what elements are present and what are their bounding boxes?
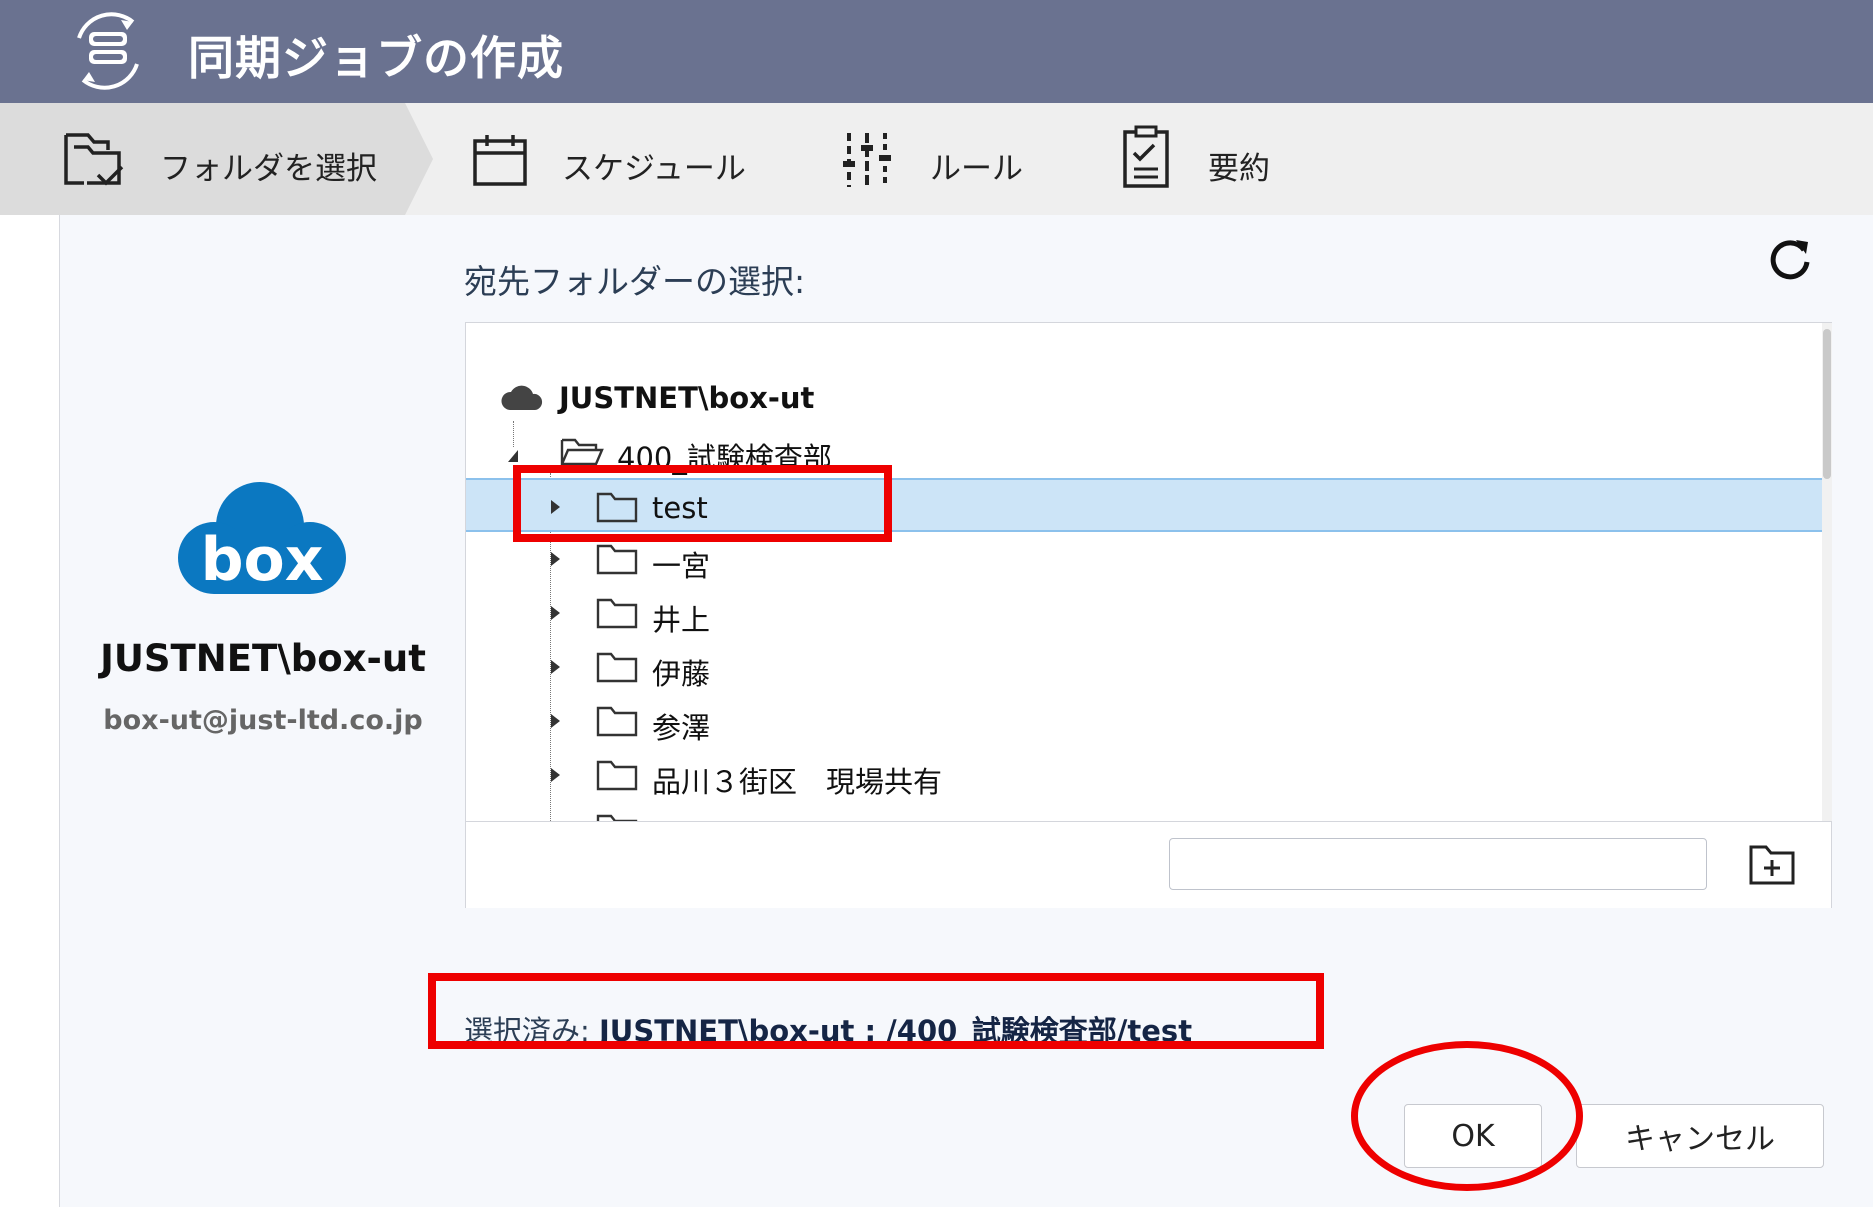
expand-arrow-icon[interactable] xyxy=(548,657,562,677)
clipboard-check-icon xyxy=(1123,125,1169,188)
tree-footer xyxy=(466,821,1831,908)
collapse-arrow-icon[interactable] xyxy=(506,446,520,466)
tree-scrollbar-thumb[interactable] xyxy=(1823,329,1831,479)
tree-label-child: 一宮 xyxy=(652,549,711,583)
tree-label-child: 品川３街区 現場共有 xyxy=(652,765,943,799)
window-title: 同期ジョブの作成 xyxy=(188,31,564,85)
step-summary[interactable]: 要約 xyxy=(1120,103,1320,215)
sync-storage-icon xyxy=(77,12,139,90)
folder-icon xyxy=(596,814,638,821)
selected-path-label: 選択済み: xyxy=(464,1014,599,1048)
selected-path-value: JUSTNET\box-ut : /400_試験検査部/test xyxy=(599,1014,1193,1048)
new-folder-name-input[interactable] xyxy=(1169,838,1707,890)
folder-icon xyxy=(596,706,638,737)
folder-icon xyxy=(596,492,638,523)
destination-folder-title: 宛先フォルダーの選択: xyxy=(464,262,806,301)
tree-label-parent: 400_試験検査部 xyxy=(617,441,832,475)
folder-icon xyxy=(596,652,638,683)
tree-node-root[interactable]: JUSTNET\box-ut xyxy=(466,370,1822,424)
folder-tree-panel: JUSTNET\box-ut 400_試験検査部 test 一宮 井上 伊藤 参… xyxy=(465,322,1832,908)
selected-path: 選択済み: JUSTNET\box-ut : /400_試験検査部/test xyxy=(464,1008,1192,1050)
wizard-steps: フォルダを選択 スケジュール ルール 要約 xyxy=(0,103,1873,215)
new-folder-icon[interactable] xyxy=(1748,842,1796,886)
step-label-folder-select: フォルダを選択 xyxy=(160,151,377,187)
folder-tree[interactable]: JUSTNET\box-ut 400_試験検査部 test 一宮 井上 伊藤 参… xyxy=(466,323,1822,821)
box-logo-text: box xyxy=(201,525,324,595)
open-folder-icon xyxy=(560,438,604,466)
cloud-icon xyxy=(501,385,543,410)
refresh-icon[interactable] xyxy=(1766,236,1814,284)
tree-node-child[interactable]: 井上 xyxy=(466,586,1822,640)
folder-select-icon xyxy=(64,133,124,186)
expand-arrow-icon[interactable] xyxy=(548,549,562,569)
tree-label-root: JUSTNET\box-ut xyxy=(559,381,815,415)
folder-icon xyxy=(596,760,638,791)
tree-label-child: 参澤 xyxy=(652,711,711,745)
ok-button[interactable]: OK xyxy=(1404,1104,1542,1168)
folder-icon xyxy=(596,544,638,575)
cancel-button[interactable]: キャンセル xyxy=(1576,1104,1824,1168)
expand-arrow-icon[interactable] xyxy=(548,765,562,785)
tree-label-child: test xyxy=(652,491,708,525)
expand-arrow-icon[interactable] xyxy=(548,603,562,623)
expand-arrow-icon[interactable] xyxy=(548,711,562,731)
tree-node-child[interactable]: test xyxy=(466,478,1822,532)
step-label-schedule: スケジュール xyxy=(562,151,746,187)
box-logo: box xyxy=(178,482,346,595)
tree-node-child[interactable]: 参澤 xyxy=(466,694,1822,748)
account-name: JUSTNET\box-ut xyxy=(100,637,426,680)
step-folder-select[interactable]: フォルダを選択 xyxy=(0,103,420,215)
tree-label-child: 井上 xyxy=(652,603,711,637)
tree-label-child: 伊藤 xyxy=(652,657,711,691)
step-label-summary: 要約 xyxy=(1208,151,1270,187)
tree-node-child[interactable]: 伊藤 xyxy=(466,640,1822,694)
expand-arrow-icon[interactable] xyxy=(548,497,562,517)
tree-label-child: 桜原 xyxy=(652,813,710,821)
step-label-rules: ルール xyxy=(930,151,1023,187)
sliders-icon xyxy=(843,133,891,187)
folder-icon xyxy=(596,598,638,629)
step-rules[interactable]: ルール xyxy=(840,103,1080,215)
account-email: box-ut@just-ltd.co.jp xyxy=(103,705,423,736)
step-schedule[interactable]: スケジュール xyxy=(460,103,780,215)
tree-node-child[interactable]: 一宮 xyxy=(466,532,1822,586)
tree-node-parent[interactable]: 400_試験検査部 xyxy=(466,424,1822,478)
tree-node-child[interactable]: 品川３街区 現場共有 xyxy=(466,748,1822,802)
tree-node-child[interactable]: 桜原 xyxy=(466,802,1822,821)
title-bar: 同期ジョブの作成 xyxy=(0,0,1873,103)
calendar-icon xyxy=(473,135,527,186)
